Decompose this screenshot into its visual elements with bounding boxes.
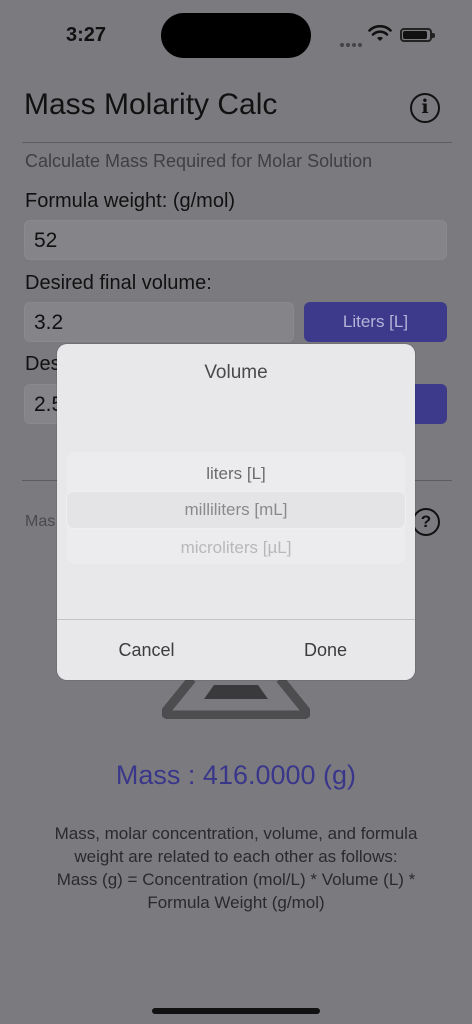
dynamic-island xyxy=(161,13,311,58)
explanation-line-4: Formula Weight (g/mol) xyxy=(147,893,325,912)
volume-input[interactable]: 3.2 xyxy=(24,302,294,342)
mass-result: Mass : 416.0000 (g) xyxy=(115,760,357,790)
explanation-line-1: Mass, molar concentration, volume, and f… xyxy=(54,824,418,843)
volume-label: Desired final volume: xyxy=(25,272,212,294)
question-icon[interactable]: ? xyxy=(412,508,440,536)
status-bar: 3:27 xyxy=(0,0,472,70)
formula-weight-input[interactable]: 52 xyxy=(24,220,447,260)
info-icon[interactable]: i xyxy=(410,93,440,123)
explanation-line-2: weight are related to each other as foll… xyxy=(74,847,398,866)
volume-picker-dialog: Volume liters [L] milliliters [mL] micro… xyxy=(57,344,415,680)
status-time: 3:27 xyxy=(66,24,107,46)
wifi-icon xyxy=(368,25,392,41)
picker-option-milliliters[interactable]: milliliters [mL] xyxy=(67,492,405,528)
picker-option-microliters[interactable]: microliters [µL] xyxy=(67,530,405,566)
header-divider xyxy=(22,142,452,143)
mass-section-label: Mas xyxy=(25,513,56,530)
signal-dots-icon xyxy=(340,34,364,47)
battery-icon xyxy=(400,28,435,42)
flask-icon xyxy=(162,676,310,719)
explanation-text: Mass, molar concentration, volume, and f… xyxy=(20,822,452,914)
concentration-label: Des xyxy=(25,353,61,375)
picker-title: Volume xyxy=(204,362,268,383)
cancel-button[interactable]: Cancel xyxy=(57,620,236,680)
volume-unit-button[interactable]: Liters [L] xyxy=(304,302,447,342)
picker-option-liters[interactable]: liters [L] xyxy=(67,456,405,492)
explanation-line-3: Mass (g) = Concentration (mol/L) * Volum… xyxy=(56,870,416,889)
picker-wheel[interactable]: liters [L] milliliters [mL] microliters … xyxy=(67,452,405,564)
home-indicator xyxy=(152,1008,320,1014)
subtitle: Calculate Mass Required for Molar Soluti… xyxy=(25,151,373,171)
page-title: Mass Molarity Calc xyxy=(24,88,278,121)
formula-weight-label: Formula weight: (g/mol) xyxy=(25,190,236,212)
done-button[interactable]: Done xyxy=(236,620,415,680)
